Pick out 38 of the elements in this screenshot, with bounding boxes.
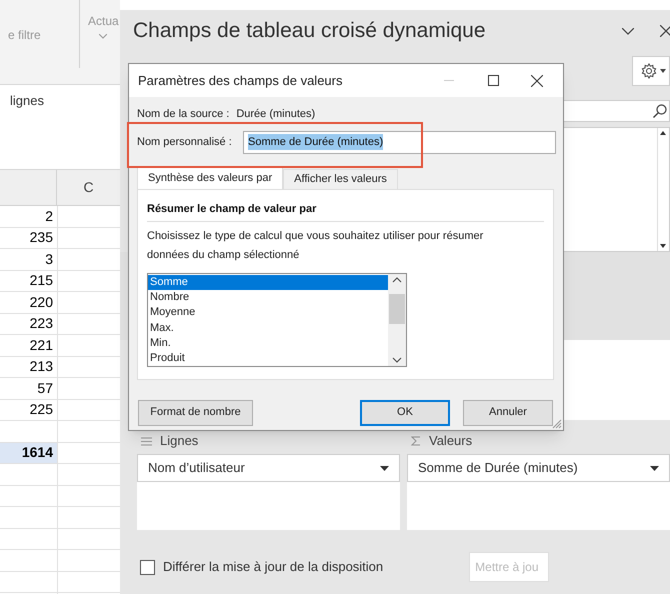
field-label: Nom personnalisé : [137, 134, 233, 150]
list-item[interactable]: Max. [148, 320, 388, 336]
list-item[interactable]: Nombre [148, 290, 388, 306]
field-label: Nom de la source : [137, 107, 230, 122]
description-text: Choisissez le type de calcul que vous souhaitez utiliser pour résumer données du champ sélectionné [147, 229, 484, 263]
name-input[interactable]: Somme de Durée (minutes) [243, 130, 556, 154]
table-cell-text: 215 [30, 271, 53, 290]
field-dropdown[interactable]: Nom d’utilisateur [137, 454, 400, 482]
section-heading: Résumer le champ de valeur par [147, 200, 544, 222]
column-header: C [83, 178, 94, 197]
dialog-title: Paramètres des champs de valeurs [138, 72, 344, 90]
tab[interactable]: Synthèse des valeurs par [137, 166, 284, 188]
table-cell-text: 235 [30, 228, 53, 248]
table-cell-text: 213 [30, 357, 53, 376]
table-cell-text: 2 [45, 206, 53, 226]
ok-button[interactable]: OK [360, 400, 450, 426]
table-cell-text: 223 [30, 314, 53, 334]
checkbox-label: Différer la mise à jour de la disposition [163, 558, 384, 576]
field-dropdown[interactable]: Somme de Durée (minutes) [407, 454, 670, 482]
area-header: Valeurs [429, 432, 472, 450]
list-item[interactable]: Somme [148, 275, 388, 290]
table-cell-text: 221 [30, 336, 53, 355]
table-cell-text: 225 [30, 400, 53, 420]
tab[interactable]: Afficher les valeurs [283, 168, 398, 188]
field-list-label: lignes [10, 93, 44, 108]
list-item[interactable]: Moyenne [148, 305, 388, 321]
field-value: Durée (minutes) [236, 107, 316, 122]
list-item[interactable]: Produit [148, 350, 388, 366]
ribbon-label: e filtre [8, 28, 41, 42]
pane-title: Champs de tableau croisé dynamique [133, 18, 486, 44]
table-cell-text: 57 [37, 378, 53, 398]
table-cell-text: 220 [30, 292, 53, 312]
area-header: Lignes [160, 432, 198, 450]
table-cell-text: 3 [45, 250, 53, 269]
list-item[interactable]: Min. [148, 336, 388, 351]
format-button[interactable]: Format de nombre [138, 400, 253, 426]
total-cell-text: 1614 [22, 443, 53, 462]
cancel-button[interactable]: Annuler [463, 400, 553, 426]
